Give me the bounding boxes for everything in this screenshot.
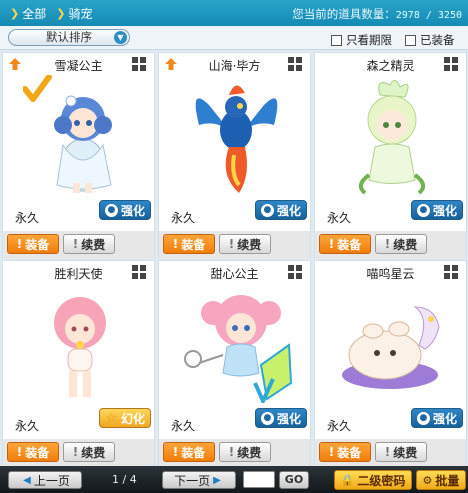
detail-grid-icon[interactable]	[288, 265, 303, 280]
exclamation-icon: !	[72, 445, 79, 459]
victory-angel-image	[54, 297, 106, 397]
page-number-input[interactable]	[243, 471, 275, 488]
chevron-down-icon: ▼	[114, 31, 127, 44]
detail-grid-icon[interactable]	[444, 57, 459, 72]
exclamation-icon: !	[16, 445, 23, 459]
secondary-password-button[interactable]: 🔒 二级密码	[334, 470, 412, 490]
snow-princess-image	[23, 75, 112, 193]
pagination-bar: ◀ 上一页 1 / 4 下一页 ▶ GO 🔒 二级密码 ⚙ 批量	[0, 466, 468, 493]
transform-tag[interactable]: ☆ 幻化	[99, 408, 151, 428]
equip-button[interactable]: ! 装备	[319, 234, 371, 254]
batch-button[interactable]: ⚙ 批量	[416, 470, 466, 490]
detail-grid-icon[interactable]	[132, 265, 147, 280]
item-grid: 雪凝公主 永久 ● 强化 ! 装备 ! 续费 山海·毕方 永久 ● 强化 ! 装…	[0, 50, 468, 467]
checkbox-box	[405, 34, 416, 46]
expire-text: 永久	[15, 211, 40, 225]
equip-button[interactable]: ! 装备	[319, 442, 371, 462]
exclamation-icon: !	[172, 237, 179, 251]
arrow-right-icon: ▶	[213, 474, 221, 486]
card-actions: ! 装备 ! 续费	[315, 439, 466, 467]
chevron-right-icon: ❯	[10, 6, 20, 20]
sort-dropdown[interactable]: 默认排序 ▼	[8, 29, 130, 46]
nav-all[interactable]: ❯ 全部	[10, 5, 46, 22]
item-card[interactable]: 雪凝公主 永久 ● 强化 ! 装备 ! 续费	[2, 52, 155, 259]
renew-button[interactable]: ! 续费	[375, 442, 427, 462]
paw-icon: ●	[416, 203, 430, 217]
renew-button[interactable]: ! 续费	[219, 442, 271, 462]
item-card[interactable]: 喵呜星云 永久 ● 强化 ! 装备 ! 续费	[314, 260, 467, 467]
expire-text: 永久	[171, 211, 196, 225]
checkbox-box	[331, 34, 342, 46]
paw-icon: ●	[416, 411, 430, 425]
chevron-right-icon: ❯	[56, 6, 66, 20]
expire-text: 永久	[327, 211, 352, 225]
expire-text: 永久	[15, 419, 40, 433]
detail-grid-icon[interactable]	[132, 57, 147, 72]
enhance-tag[interactable]: ● 强化	[99, 200, 151, 220]
go-button[interactable]: GO	[279, 471, 309, 489]
detail-grid-icon[interactable]	[444, 265, 459, 280]
exclamation-icon: !	[16, 237, 23, 251]
exclamation-icon: !	[228, 237, 235, 251]
filter-row: 默认排序 ▼ 只看期限 已装备	[0, 26, 468, 50]
exclamation-icon: !	[72, 237, 79, 251]
next-page-button[interactable]: 下一页 ▶	[162, 471, 236, 489]
expire-text: 永久	[171, 419, 196, 433]
item-card[interactable]: 甜心公主 永久 ● 强化 ! 装备 ! 续费	[158, 260, 311, 467]
renew-button[interactable]: ! 续费	[219, 234, 271, 254]
exclamation-icon: !	[172, 445, 179, 459]
only-expiring-checkbox[interactable]: 只看期限	[331, 32, 392, 48]
enhance-tag[interactable]: ● 强化	[411, 408, 463, 428]
renew-button[interactable]: ! 续费	[63, 442, 115, 462]
card-actions: ! 装备 ! 续费	[3, 231, 154, 259]
bifang-bird-image	[195, 85, 278, 193]
item-card[interactable]: 森之精灵 永久 ● 强化 ! 装备 ! 续费	[314, 52, 467, 259]
exclamation-icon: !	[328, 237, 335, 251]
nav-mounts[interactable]: ❯ 骑宠	[56, 5, 92, 22]
lock-icon: 🔒	[340, 473, 355, 487]
equip-button[interactable]: ! 装备	[163, 442, 215, 462]
exclamation-icon: !	[328, 445, 335, 459]
equip-button[interactable]: ! 装备	[7, 234, 59, 254]
item-card[interactable]: 胜利天使 永久 ☆ 幻化 ! 装备 ! 续费	[2, 260, 155, 467]
gear-icon: ⚙	[422, 473, 433, 487]
forest-spirit-image	[358, 80, 426, 195]
renew-button[interactable]: ! 续费	[375, 234, 427, 254]
enhance-tag[interactable]: ● 强化	[255, 408, 307, 428]
item-count: 您当前的道具数量：2978 / 3250	[292, 7, 462, 21]
top-bar: ❯ 全部 ❯ 骑宠 您当前的道具数量：2978 / 3250	[0, 0, 468, 26]
expire-text: 永久	[327, 419, 352, 433]
equip-button[interactable]: ! 装备	[7, 442, 59, 462]
exclamation-icon: !	[384, 237, 391, 251]
star-icon: ☆	[105, 410, 118, 426]
card-actions: ! 装备 ! 续费	[159, 439, 310, 467]
exclamation-icon: !	[228, 445, 235, 459]
equip-button[interactable]: ! 装备	[163, 234, 215, 254]
card-actions: ! 装备 ! 续费	[315, 231, 466, 259]
paw-icon: ●	[260, 411, 274, 425]
paw-icon: ●	[260, 203, 274, 217]
equipped-checkbox[interactable]: 已装备	[405, 32, 455, 48]
sweetheart-princess-image	[184, 295, 293, 403]
enhance-tag[interactable]: ● 强化	[255, 200, 307, 220]
meow-nebula-image	[342, 306, 440, 389]
arrow-left-icon: ◀	[23, 474, 31, 486]
page-indicator: 1 / 4	[112, 473, 137, 486]
card-actions: ! 装备 ! 续费	[3, 439, 154, 467]
detail-grid-icon[interactable]	[288, 57, 303, 72]
card-actions: ! 装备 ! 续费	[159, 231, 310, 259]
prev-page-button[interactable]: ◀ 上一页	[8, 471, 82, 489]
exclamation-icon: !	[384, 445, 391, 459]
item-card[interactable]: 山海·毕方 永久 ● 强化 ! 装备 ! 续费	[158, 52, 311, 259]
enhance-tag[interactable]: ● 强化	[411, 200, 463, 220]
paw-icon: ●	[104, 203, 118, 217]
renew-button[interactable]: ! 续费	[63, 234, 115, 254]
